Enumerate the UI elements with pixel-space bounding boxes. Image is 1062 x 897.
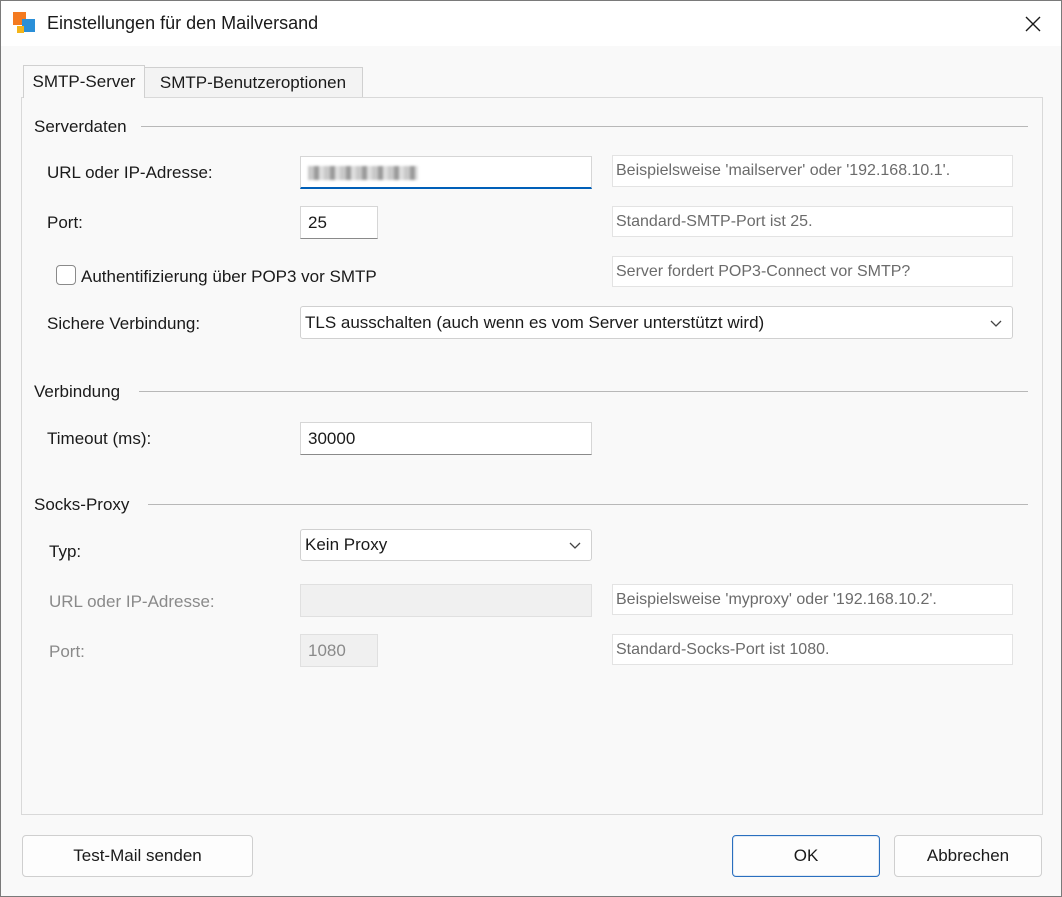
window-title: Einstellungen für den Mailversand bbox=[47, 13, 319, 33]
ok-button[interactable]: OK bbox=[732, 835, 880, 877]
port-input[interactable]: 25 bbox=[300, 206, 378, 239]
auth-hint: Server fordert POP3-Connect vor SMTP? bbox=[612, 256, 1013, 287]
proxy-port-hint: Standard-Socks-Port ist 1080. bbox=[612, 634, 1013, 665]
dialog-window: Einstellungen für den Mailversand SMTP-S… bbox=[0, 0, 1062, 897]
test-mail-button[interactable]: Test-Mail senden bbox=[22, 835, 253, 877]
proxy-port-label: Port: bbox=[49, 642, 85, 661]
tab-label: SMTP-Benutzeroptionen bbox=[159, 73, 347, 92]
group-divider bbox=[148, 504, 1028, 505]
timeout-input[interactable]: 30000 bbox=[300, 422, 592, 455]
title-bar: Einstellungen für den Mailversand bbox=[1, 1, 1061, 46]
close-icon bbox=[1025, 16, 1041, 31]
url-hint: Beispielsweise 'mailserver' oder '192.16… bbox=[612, 155, 1013, 187]
proxy-url-label: URL oder IP-Adresse: bbox=[49, 592, 215, 611]
tab-label: SMTP-Server bbox=[32, 72, 136, 91]
tab-smtp-server[interactable]: SMTP-Server bbox=[23, 65, 145, 98]
proxy-port-input[interactable]: 1080 bbox=[300, 634, 378, 667]
auth-label[interactable]: Authentifizierung über POP3 vor SMTP bbox=[81, 267, 377, 287]
redacted-value bbox=[308, 166, 418, 180]
close-button[interactable] bbox=[1005, 1, 1061, 46]
secure-value: TLS ausschalten (auch wenn es vom Server… bbox=[305, 312, 765, 332]
tab-smtp-user-options[interactable]: SMTP-Benutzeroptionen bbox=[143, 67, 363, 98]
proxy-type-select[interactable]: Kein Proxy bbox=[300, 529, 592, 561]
port-hint: Standard-SMTP-Port ist 25. bbox=[612, 206, 1013, 237]
proxy-type-value: Kein Proxy bbox=[305, 535, 388, 554]
secure-select[interactable]: TLS ausschalten (auch wenn es vom Server… bbox=[300, 306, 1013, 339]
proxy-url-hint: Beispielsweise 'myproxy' oder '192.168.1… bbox=[612, 584, 1013, 615]
group-title-serverdaten: Serverdaten bbox=[34, 117, 127, 136]
secure-label: Sichere Verbindung: bbox=[47, 314, 201, 333]
app-icon bbox=[13, 12, 37, 36]
tab-panel bbox=[21, 97, 1043, 815]
url-input[interactable] bbox=[300, 156, 592, 189]
port-label: Port: bbox=[47, 213, 83, 232]
timeout-label: Timeout (ms): bbox=[47, 429, 152, 448]
group-title-socks-proxy: Socks-Proxy bbox=[34, 495, 130, 514]
group-title-verbindung: Verbindung bbox=[34, 382, 121, 401]
url-label: URL oder IP-Adresse: bbox=[47, 163, 213, 182]
group-divider bbox=[139, 391, 1028, 392]
auth-checkbox[interactable] bbox=[56, 265, 76, 285]
proxy-type-label: Typ: bbox=[49, 542, 82, 561]
cancel-button[interactable]: Abbrechen bbox=[894, 835, 1042, 877]
proxy-url-input[interactable] bbox=[300, 584, 592, 617]
chevron-down-icon bbox=[990, 320, 1002, 327]
group-divider bbox=[141, 126, 1028, 127]
chevron-down-icon bbox=[569, 542, 581, 549]
